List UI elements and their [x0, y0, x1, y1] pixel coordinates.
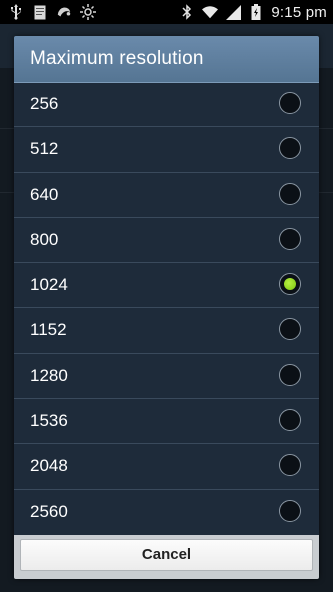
option-label: 2560 — [30, 501, 68, 521]
option-row[interactable]: 1280 — [14, 354, 319, 400]
option-label: 2048 — [30, 456, 68, 476]
radio-unselected[interactable] — [279, 454, 301, 477]
tool-icon — [56, 4, 72, 20]
resolution-dialog: Maximum resolution 256 512 640 800 1024 1152 1… — [14, 36, 319, 579]
battery-icon — [248, 4, 264, 20]
option-row[interactable]: 2560 — [14, 490, 319, 535]
status-bar: 9:15 pm — [0, 0, 333, 24]
radio-dot — [283, 277, 296, 290]
option-label: 1536 — [30, 411, 68, 431]
radio-selected[interactable] — [279, 273, 301, 296]
option-row[interactable]: 1024 — [14, 263, 319, 309]
option-row[interactable]: 1536 — [14, 399, 319, 445]
document-icon — [32, 4, 48, 20]
signal-icon — [225, 4, 242, 20]
option-row[interactable]: 256 — [14, 82, 319, 128]
dialog-header: Maximum resolution — [14, 36, 319, 83]
option-label: 1152 — [30, 320, 67, 340]
option-label: 256 — [30, 94, 59, 113]
radio-unselected[interactable] — [279, 363, 301, 386]
radio-unselected[interactable] — [279, 182, 301, 205]
bluetooth-icon — [179, 4, 195, 20]
option-row[interactable]: 2048 — [14, 444, 319, 490]
option-label: 512 — [30, 139, 59, 159]
option-row[interactable]: 640 — [14, 173, 319, 218]
radio-unselected[interactable] — [279, 318, 301, 341]
option-row[interactable]: 800 — [14, 218, 319, 264]
dialog-title: Maximum resolution — [30, 48, 204, 69]
clock: 9:15 pm — [271, 3, 327, 21]
option-label: 1024 — [30, 275, 68, 295]
options-list: 256 512 640 800 1024 1152 1280 1536 2048 2560 — [14, 82, 319, 535]
radio-unselected[interactable] — [279, 137, 301, 160]
radio-unselected[interactable] — [279, 499, 301, 522]
radio-unselected[interactable] — [279, 227, 301, 250]
option-row[interactable]: 1152 — [14, 308, 319, 354]
option-label: 640 — [30, 184, 59, 204]
radio-unselected[interactable] — [279, 409, 301, 432]
cancel-button[interactable]: Cancel — [20, 539, 313, 571]
dialog-footer: Cancel — [14, 535, 319, 579]
option-row[interactable]: 512 — [14, 127, 319, 173]
brightness-icon — [80, 4, 96, 20]
option-label: 800 — [30, 229, 59, 249]
radio-unselected[interactable] — [279, 92, 301, 114]
usb-icon — [8, 4, 24, 20]
option-label: 1280 — [30, 365, 68, 385]
wifi-icon — [202, 4, 219, 20]
